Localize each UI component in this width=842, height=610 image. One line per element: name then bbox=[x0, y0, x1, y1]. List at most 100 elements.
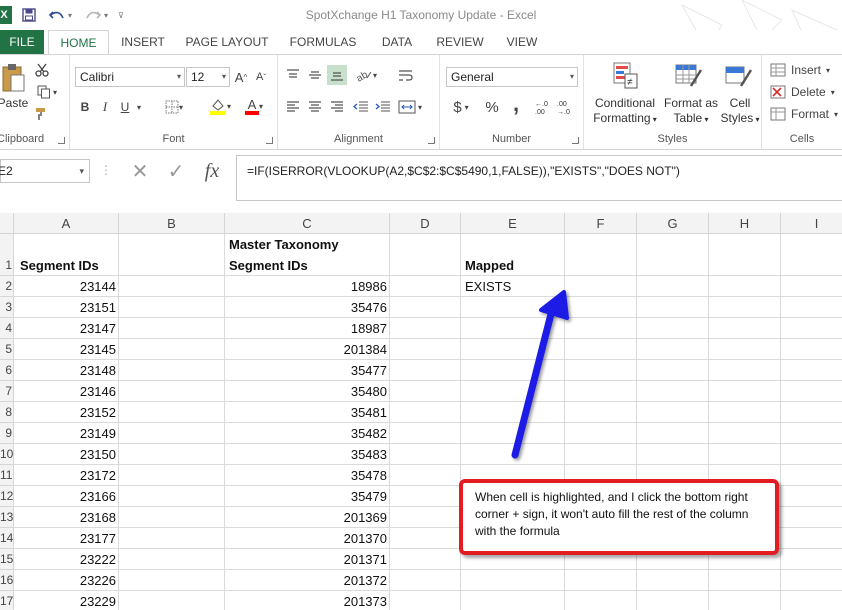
cell-c5[interactable]: 201384 bbox=[225, 342, 387, 357]
cell-a17[interactable]: 23229 bbox=[14, 594, 116, 609]
row-header-17[interactable]: 17 bbox=[0, 591, 14, 610]
cell-c7[interactable]: 35480 bbox=[225, 384, 387, 399]
tab-insert[interactable]: INSERT bbox=[112, 30, 174, 54]
cell-a3[interactable]: 23151 bbox=[14, 300, 116, 315]
borders-icon[interactable]: ▾ bbox=[162, 97, 186, 117]
cell-c8[interactable]: 35481 bbox=[225, 405, 387, 420]
row-header-13[interactable]: 13 bbox=[0, 507, 14, 528]
cell-c1-line2[interactable]: Segment IDs bbox=[229, 258, 308, 273]
currency-format-button[interactable]: $ ▾ bbox=[448, 97, 474, 117]
row-header-4[interactable]: 4 bbox=[0, 318, 14, 339]
row-header-9[interactable]: 9 bbox=[0, 423, 14, 444]
row-header-7[interactable]: 7 bbox=[0, 381, 14, 402]
row-header-6[interactable]: 6 bbox=[0, 360, 14, 381]
number-format-select[interactable]: General ▾ bbox=[446, 67, 578, 87]
column-header-e[interactable]: E bbox=[461, 213, 565, 234]
cell-c9[interactable]: 35482 bbox=[225, 426, 387, 441]
column-header-i[interactable]: I bbox=[781, 213, 842, 234]
top-align-icon[interactable] bbox=[283, 65, 303, 85]
number-launcher-icon[interactable] bbox=[572, 137, 579, 144]
format-cells-button[interactable]: Format ▾ bbox=[770, 105, 842, 123]
cell-c1-line1[interactable]: Master Taxonomy bbox=[229, 237, 339, 252]
select-all-corner[interactable] bbox=[0, 213, 14, 234]
row-header-10[interactable]: 10 bbox=[0, 444, 14, 465]
insert-cells-button[interactable]: Insert ▾ bbox=[770, 61, 842, 79]
tab-review[interactable]: REVIEW bbox=[430, 30, 490, 54]
cell-a10[interactable]: 23150 bbox=[14, 447, 116, 462]
cell-c16[interactable]: 201372 bbox=[225, 573, 387, 588]
italic-button[interactable]: I bbox=[96, 97, 114, 117]
tab-data[interactable]: DATA bbox=[374, 30, 420, 54]
paste-icon[interactable] bbox=[0, 61, 26, 95]
font-color-icon[interactable]: A ▾ bbox=[240, 95, 268, 117]
cell-a9[interactable]: 23149 bbox=[14, 426, 116, 441]
cell-styles-icon[interactable] bbox=[724, 61, 754, 91]
orientation-icon[interactable]: ab ▾ bbox=[351, 65, 381, 85]
cell-c11[interactable]: 35478 bbox=[225, 468, 387, 483]
middle-align-icon[interactable] bbox=[305, 65, 325, 85]
decrease-indent-icon[interactable] bbox=[351, 97, 371, 117]
alignment-launcher-icon[interactable] bbox=[428, 137, 435, 144]
clipboard-launcher-icon[interactable] bbox=[58, 137, 65, 144]
font-launcher-icon[interactable] bbox=[266, 137, 273, 144]
shrink-font-button[interactable]: Aˇ bbox=[252, 67, 270, 87]
column-header-c[interactable]: C bbox=[225, 213, 390, 234]
row-header-16[interactable]: 16 bbox=[0, 570, 14, 591]
column-header-a[interactable]: A bbox=[14, 213, 119, 234]
cell-c2[interactable]: 18986 bbox=[225, 279, 387, 294]
increase-decimal-icon[interactable]: ←.0.00 bbox=[534, 97, 554, 117]
cut-icon[interactable] bbox=[33, 61, 51, 79]
cell-c17[interactable]: 201373 bbox=[225, 594, 387, 609]
row-header-8[interactable]: 8 bbox=[0, 402, 14, 423]
cell-c6[interactable]: 35477 bbox=[225, 363, 387, 378]
comma-format-button[interactable]: , bbox=[506, 93, 526, 115]
format-painter-icon[interactable] bbox=[33, 105, 51, 123]
cell-c13[interactable]: 201369 bbox=[225, 510, 387, 525]
cell-a8[interactable]: 23152 bbox=[14, 405, 116, 420]
cell-c15[interactable]: 201371 bbox=[225, 552, 387, 567]
cell-c12[interactable]: 35479 bbox=[225, 489, 387, 504]
row-header-5[interactable]: 5 bbox=[0, 339, 14, 360]
increase-indent-icon[interactable] bbox=[373, 97, 393, 117]
cell-a15[interactable]: 23222 bbox=[14, 552, 116, 567]
column-header-d[interactable]: D bbox=[390, 213, 461, 234]
format-as-table-button[interactable]: Format as Table ▾ bbox=[662, 96, 720, 127]
row-header-2[interactable]: 2 bbox=[0, 276, 14, 297]
tab-home[interactable]: HOME bbox=[48, 30, 109, 54]
merge-center-icon[interactable]: ▾ bbox=[398, 97, 436, 117]
format-as-table-icon[interactable] bbox=[674, 61, 704, 91]
grow-font-button[interactable]: A ^ bbox=[232, 67, 250, 87]
fill-color-icon[interactable]: ▾ bbox=[206, 95, 234, 117]
tab-formulas[interactable]: FORMULAS bbox=[282, 30, 364, 54]
decrease-decimal-icon[interactable]: .00 →.0 bbox=[556, 97, 576, 117]
row-header-11[interactable]: 11 bbox=[0, 465, 14, 486]
formula-bar-grip-icon[interactable]: ⋮ bbox=[100, 163, 114, 179]
cancel-formula-icon[interactable]: ✕ bbox=[122, 159, 158, 184]
column-header-b[interactable]: B bbox=[119, 213, 225, 234]
font-size-select[interactable]: 12 ▾ bbox=[186, 67, 230, 87]
wrap-text-icon[interactable] bbox=[398, 65, 436, 85]
cell-c14[interactable]: 201370 bbox=[225, 531, 387, 546]
underline-button[interactable]: U bbox=[116, 97, 134, 117]
align-right-icon[interactable] bbox=[327, 97, 347, 117]
name-box[interactable]: E2 ▾ bbox=[0, 159, 90, 183]
cell-a5[interactable]: 23145 bbox=[14, 342, 116, 357]
bottom-align-icon[interactable] bbox=[327, 65, 347, 85]
cell-c4[interactable]: 18987 bbox=[225, 321, 387, 336]
cell-a1[interactable]: Segment IDs bbox=[20, 258, 99, 273]
underline-dropdown-icon[interactable]: ▾ bbox=[134, 97, 144, 117]
align-left-icon[interactable] bbox=[283, 97, 303, 117]
delete-cells-button[interactable]: Delete ▾ bbox=[770, 83, 842, 101]
paste-button[interactable]: Paste bbox=[0, 96, 30, 111]
percent-format-button[interactable]: % bbox=[482, 97, 502, 117]
cell-styles-button[interactable]: Cell Styles ▾ bbox=[718, 96, 762, 127]
cell-a6[interactable]: 23148 bbox=[14, 363, 116, 378]
row-header-12[interactable]: 12 bbox=[0, 486, 14, 507]
font-name-select[interactable]: Calibri ▾ bbox=[75, 67, 185, 87]
row-header-3[interactable]: 3 bbox=[0, 297, 14, 318]
cell-a4[interactable]: 23147 bbox=[14, 321, 116, 336]
cell-a14[interactable]: 23177 bbox=[14, 531, 116, 546]
row-header-1[interactable]: 1 bbox=[0, 234, 14, 276]
cell-e1[interactable]: Mapped bbox=[465, 258, 514, 273]
conditional-formatting-button[interactable]: Conditional Formatting ▾ bbox=[586, 96, 664, 127]
